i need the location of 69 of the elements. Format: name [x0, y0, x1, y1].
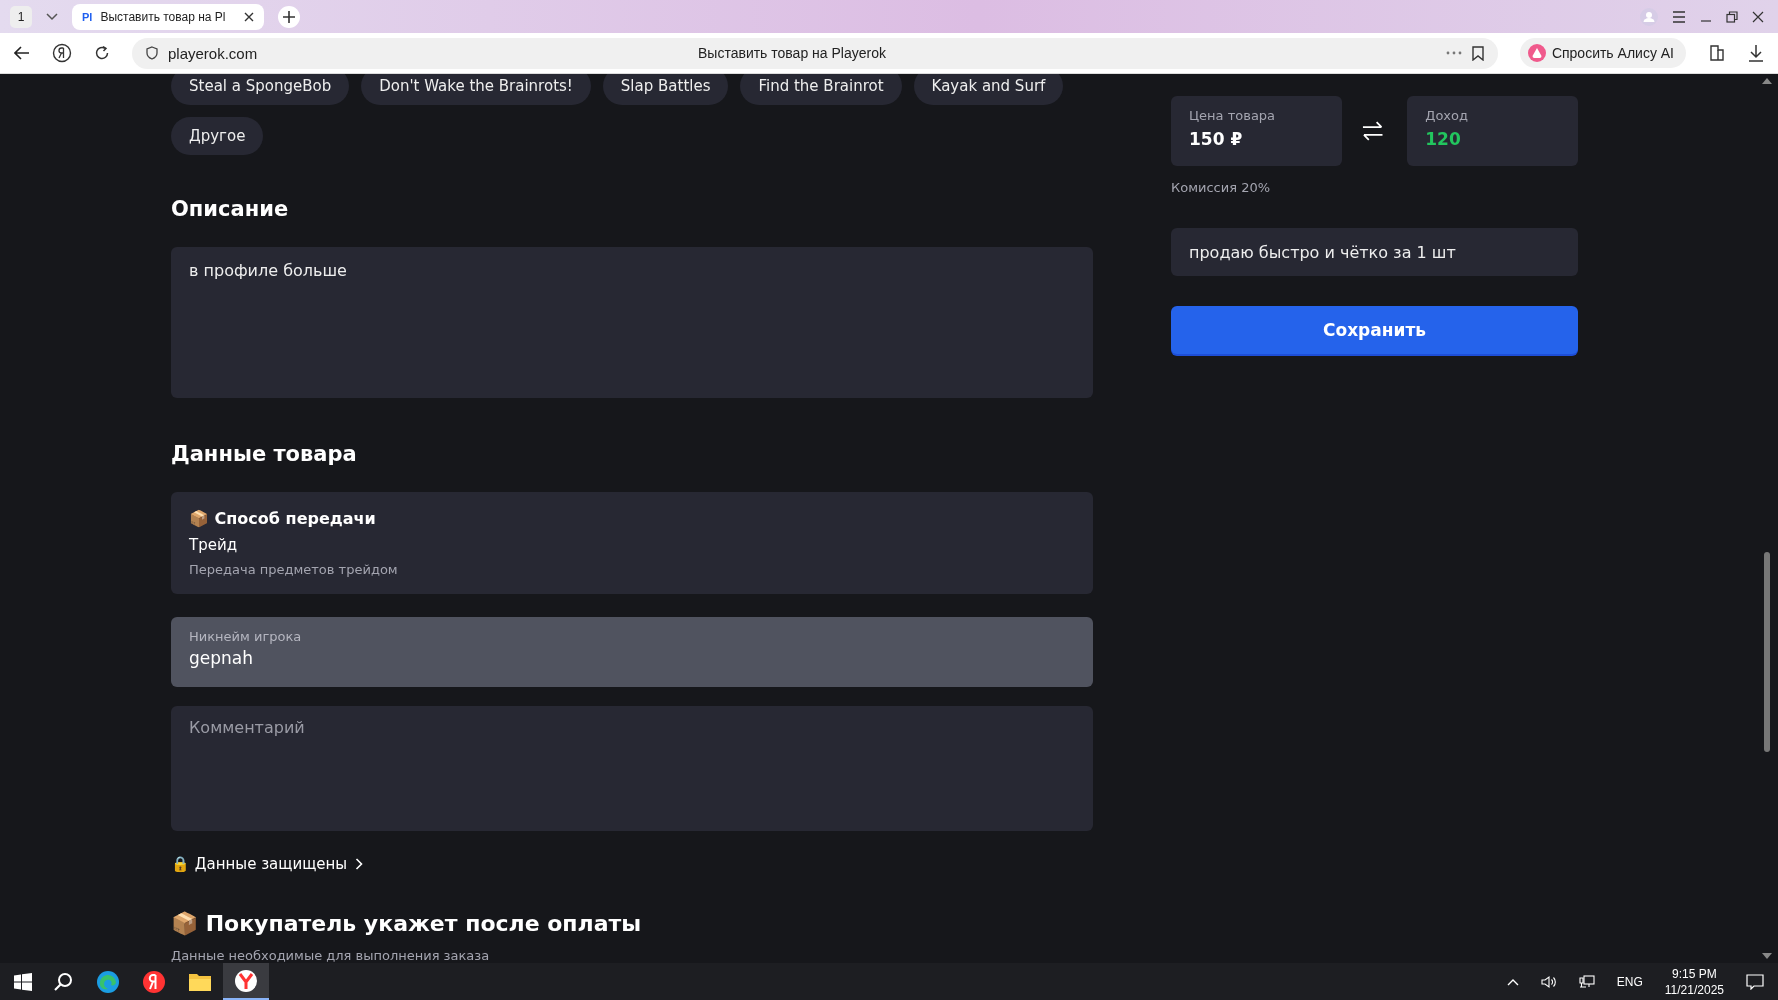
reload-icon[interactable] — [94, 45, 110, 61]
scroll-up-icon[interactable] — [1762, 78, 1772, 84]
tab-title: Выставить товар на Pl — [100, 9, 227, 24]
download-icon[interactable] — [1748, 44, 1764, 62]
more-icon[interactable] — [1445, 51, 1462, 55]
clock-date[interactable]: 11/21/2025 — [1664, 981, 1724, 998]
commission-text: Комиссия 20% — [1171, 180, 1272, 195]
windows-start-icon[interactable] — [14, 972, 32, 991]
tray-chevron-icon[interactable] — [1506, 977, 1519, 986]
section-subtitle: Данные необходимые для выполнения заказа — [171, 948, 491, 963]
short-description-field[interactable]: продаю быстро и чётко за 1 шт — [1171, 228, 1578, 276]
chevron-right-icon — [355, 858, 364, 870]
income-label: Доход — [1425, 108, 1469, 123]
income-value: 120 — [1425, 129, 1462, 149]
notification-icon[interactable] — [1746, 973, 1764, 990]
new-tab-icon[interactable] — [278, 5, 300, 28]
comment-field[interactable]: Комментарий — [171, 706, 1093, 831]
section-heading: Данные товара — [171, 442, 358, 466]
swap-arrows-icon[interactable] — [1360, 120, 1385, 142]
speaker-icon[interactable] — [1540, 974, 1557, 989]
scrollbar-thumb[interactable] — [1764, 552, 1770, 752]
yandex-browser-icon — [234, 968, 258, 993]
extensions-icon[interactable] — [1708, 44, 1726, 62]
favicon: Pl — [82, 10, 93, 23]
chevron-down-icon[interactable] — [46, 12, 58, 21]
tab-count-button[interactable]: 1 — [10, 5, 32, 28]
game-chip[interactable]: Kayak and Surf — [913, 74, 1064, 105]
language-indicator[interactable]: ENG — [1616, 974, 1643, 989]
close-icon[interactable] — [1752, 10, 1764, 23]
clock-time[interactable]: 9:15 PM — [1672, 965, 1717, 982]
restore-icon[interactable] — [1726, 10, 1738, 23]
game-chip[interactable]: Find the Brainrot — [740, 74, 902, 105]
edge-browser-icon — [96, 969, 120, 994]
close-icon[interactable] — [244, 11, 254, 22]
section-heading: Описание — [171, 197, 290, 221]
yandex-icon — [142, 969, 166, 994]
yandex-logo-icon[interactable] — [52, 43, 72, 63]
search-icon[interactable] — [54, 971, 74, 992]
game-chip[interactable]: Другое — [171, 117, 264, 155]
taskbar-app[interactable] — [223, 963, 269, 1000]
transfer-method-hint: Передача предметов трейдом — [189, 562, 399, 577]
game-chip[interactable]: Don't Wake the Brainrots! — [361, 74, 591, 105]
section-heading: 📦 Покупатель укажет после оплаты — [171, 911, 643, 936]
bookmark-icon[interactable] — [1471, 45, 1484, 61]
network-icon[interactable] — [1578, 974, 1595, 989]
nickname-field[interactable]: Никнейм игрока gepnah — [171, 617, 1093, 687]
game-chip[interactable]: Steal a SpongeBob — [171, 74, 350, 105]
back-arrow-icon[interactable] — [14, 46, 30, 60]
income-field[interactable]: Доход 120 — [1407, 96, 1578, 166]
save-button[interactable]: Сохранить — [1171, 306, 1578, 354]
transfer-method-value: Трейд — [189, 536, 239, 554]
price-value: 150 ₽ — [1189, 129, 1244, 149]
price-field[interactable]: Цена товара 150 ₽ — [1171, 96, 1342, 166]
nickname-label: Никнейм игрока — [189, 629, 303, 644]
alice-logo-icon — [1527, 44, 1546, 62]
transfer-method-card[interactable]: 📦 Способ передачи Трейд Передача предметов трейдом — [171, 492, 1093, 594]
shield-icon — [146, 46, 158, 60]
transfer-method-title: 📦 Способ передачи — [189, 509, 377, 528]
data-protected-link[interactable]: 🔒 Данные защищены — [171, 855, 364, 873]
address-field[interactable]: playerok.com Выставить товар на Playerok — [132, 37, 1498, 69]
price-label: Цена товара — [1189, 108, 1277, 123]
nickname-input[interactable]: gepnah — [189, 648, 1075, 668]
game-chip[interactable]: Slap Battles — [602, 74, 729, 105]
description-field[interactable]: в профиле больше — [171, 247, 1093, 398]
page-title: Выставить товар на Playerok — [698, 45, 887, 61]
ask-alice-button[interactable]: Спросить Алису AI — [1519, 38, 1686, 68]
browser-tab[interactable]: Pl Выставить товар на Pl — [72, 3, 264, 30]
menu-icon[interactable] — [1672, 10, 1686, 23]
scroll-down-icon[interactable] — [1762, 953, 1772, 959]
